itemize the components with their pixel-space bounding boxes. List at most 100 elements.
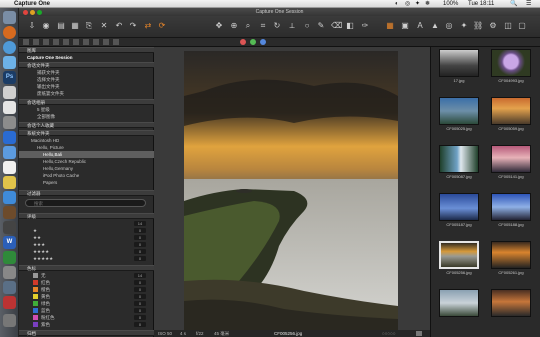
color-tag-row[interactable]: 无 14 bbox=[19, 272, 154, 279]
thumbnail-image[interactable] bbox=[439, 49, 479, 77]
safari-dock-icon[interactable] bbox=[3, 146, 16, 159]
thumbnail-image[interactable] bbox=[491, 145, 531, 173]
photoshop-dock-icon[interactable]: Ps bbox=[3, 71, 16, 84]
image-viewer[interactable]: ISO 50 4 s f/22 45 毫米 CF005256.jpg ○○○○○ bbox=[154, 47, 430, 337]
capture-icon[interactable]: ◉ bbox=[41, 21, 51, 31]
folder-item[interactable]: 选择文件夹 bbox=[19, 76, 154, 83]
filter-search-input[interactable] bbox=[25, 199, 146, 207]
import-icon[interactable]: ⇩ bbox=[27, 21, 37, 31]
thumbnail[interactable] bbox=[435, 289, 483, 326]
metadata-tab-icon[interactable] bbox=[93, 39, 99, 45]
system-prefs-dock-icon[interactable] bbox=[3, 266, 16, 279]
thumbnail[interactable]: CF005187.jpg bbox=[435, 193, 483, 230]
process-icon[interactable]: ⇄ bbox=[143, 21, 153, 31]
captureone-dock-icon[interactable] bbox=[3, 296, 16, 309]
rating-header[interactable]: 评级 bbox=[19, 213, 154, 219]
spotlight-icon[interactable]: 🔍 bbox=[510, 0, 517, 8]
adjustments-tab-icon[interactable] bbox=[83, 39, 89, 45]
status-icon-1[interactable]: ◐ bbox=[395, 0, 399, 8]
crop-icon[interactable]: ⌗ bbox=[258, 21, 268, 31]
app-menu[interactable]: Capture One bbox=[14, 0, 50, 8]
color-tag-icon[interactable] bbox=[416, 331, 422, 336]
status-icon-3[interactable]: ✦ bbox=[415, 0, 420, 8]
zoom-button[interactable] bbox=[37, 10, 42, 15]
delete-icon[interactable]: ✕ bbox=[99, 21, 109, 31]
thumbnail-image[interactable] bbox=[439, 241, 479, 269]
thumbnail-image[interactable] bbox=[491, 289, 531, 317]
finder-dock-icon[interactable] bbox=[3, 11, 16, 24]
capture-tab-icon[interactable] bbox=[33, 39, 39, 45]
thumbnail[interactable]: CF005087.jpg bbox=[435, 145, 483, 182]
rotate-icon[interactable]: ↻ bbox=[272, 21, 282, 31]
close-button[interactable] bbox=[23, 10, 28, 15]
rating-row[interactable]: ★★★ 0 bbox=[19, 241, 154, 248]
rating-row[interactable]: ★★★★ 0 bbox=[19, 248, 154, 255]
thumbnail-image[interactable] bbox=[439, 193, 479, 221]
rating-row[interactable]: 14 bbox=[19, 220, 154, 227]
keystone-icon[interactable]: ⟂ bbox=[287, 21, 297, 31]
terminal-dock-icon[interactable] bbox=[3, 221, 16, 234]
thumbnail[interactable]: CF005059.jpg bbox=[487, 97, 535, 134]
color-tag-row[interactable]: 粉红色 0 bbox=[19, 314, 154, 321]
system-item-selected[interactable]: Hello,Bali bbox=[19, 151, 154, 158]
brush-icon[interactable]: ✎ bbox=[316, 21, 326, 31]
preview-dock-icon[interactable] bbox=[3, 86, 16, 99]
archive-header[interactable]: 归档 bbox=[19, 330, 154, 336]
output-tab-icon[interactable] bbox=[103, 39, 109, 45]
batch-icon[interactable]: ⟳ bbox=[157, 21, 167, 31]
thumbnail[interactable]: CF005025.jpg bbox=[435, 97, 483, 134]
layout-single-icon[interactable]: ▣ bbox=[400, 21, 410, 31]
itunes-dock-icon[interactable] bbox=[3, 191, 16, 204]
system-folders-header[interactable]: 系统文件夹 bbox=[19, 130, 154, 136]
chrome-dock-icon[interactable] bbox=[3, 41, 16, 54]
folder-icon[interactable]: ▤ bbox=[56, 21, 66, 31]
favorites-header[interactable]: 会话个人收藏 bbox=[19, 122, 154, 128]
appstore-dock-icon[interactable] bbox=[3, 56, 16, 69]
wifi-icon[interactable]: ❅ bbox=[425, 0, 430, 8]
session-folders-header[interactable]: 会话文件夹 bbox=[19, 62, 154, 68]
redo-icon[interactable]: ↷ bbox=[128, 21, 138, 31]
thumbnail[interactable]: CF005141.jpg bbox=[487, 145, 535, 182]
grid-icon[interactable]: ▦ bbox=[70, 21, 80, 31]
textedit-dock-icon[interactable] bbox=[3, 161, 16, 174]
settings-icon[interactable]: ⚙ bbox=[488, 21, 498, 31]
rating-row[interactable]: ★ 0 bbox=[19, 227, 154, 234]
rating-row[interactable]: ★★★★★ 0 bbox=[19, 255, 154, 262]
library-header[interactable]: 图库 bbox=[19, 47, 154, 53]
color-tag-row[interactable]: 橙色 0 bbox=[19, 286, 154, 293]
spot-removal-icon[interactable]: ○ bbox=[302, 21, 312, 31]
thumbnail-image[interactable] bbox=[439, 145, 479, 173]
warning-icon[interactable]: ▲ bbox=[430, 21, 440, 31]
system-item[interactable]: Macintosh HD bbox=[19, 137, 154, 144]
eraser-icon[interactable]: ⌫ bbox=[331, 21, 342, 31]
loupe-icon[interactable]: ⌕ bbox=[243, 21, 253, 31]
color-tab-icon[interactable] bbox=[43, 39, 49, 45]
thumbnail-selected[interactable]: CF005256.jpg bbox=[435, 241, 483, 278]
rating-stars-icon[interactable]: ○○○○○ bbox=[382, 330, 396, 337]
pan-icon[interactable]: ✥ bbox=[214, 21, 224, 31]
text-icon[interactable]: A bbox=[415, 21, 425, 31]
filters-header[interactable]: 过滤器 bbox=[19, 190, 154, 196]
thumbnail-image[interactable] bbox=[439, 97, 479, 125]
thumbnail[interactable]: 17.jpg bbox=[435, 49, 483, 86]
thumbnail-image[interactable] bbox=[491, 97, 531, 125]
thumbnail-image[interactable] bbox=[439, 289, 479, 317]
album-item[interactable]: 5 星级 bbox=[19, 106, 154, 113]
thumbnail[interactable] bbox=[487, 289, 535, 326]
notification-icon[interactable]: ☰ bbox=[526, 0, 531, 8]
trash-dock-icon[interactable] bbox=[3, 314, 16, 327]
album-item[interactable]: 全部图像 bbox=[19, 113, 154, 120]
folder-item[interactable]: 废纸篓文件夹 bbox=[19, 90, 154, 97]
gradient-icon[interactable]: ◧ bbox=[345, 21, 355, 31]
system-item[interactable]: Hello, Picture bbox=[19, 144, 154, 151]
focus-icon[interactable]: ◎ bbox=[444, 21, 454, 31]
zoom-tool-icon[interactable]: ⊕ bbox=[229, 21, 239, 31]
system-item[interactable]: Hello,Czech Republic bbox=[19, 158, 154, 165]
exposure-tab-icon[interactable] bbox=[53, 39, 59, 45]
color-tag-header[interactable]: 色标 bbox=[19, 265, 154, 271]
undo-icon[interactable]: ↶ bbox=[114, 21, 124, 31]
copy-icon[interactable]: ⎘ bbox=[84, 21, 94, 31]
battery-percent[interactable]: 100% bbox=[443, 0, 458, 8]
main-photo[interactable] bbox=[184, 51, 398, 332]
excel-dock-icon[interactable] bbox=[3, 251, 16, 264]
